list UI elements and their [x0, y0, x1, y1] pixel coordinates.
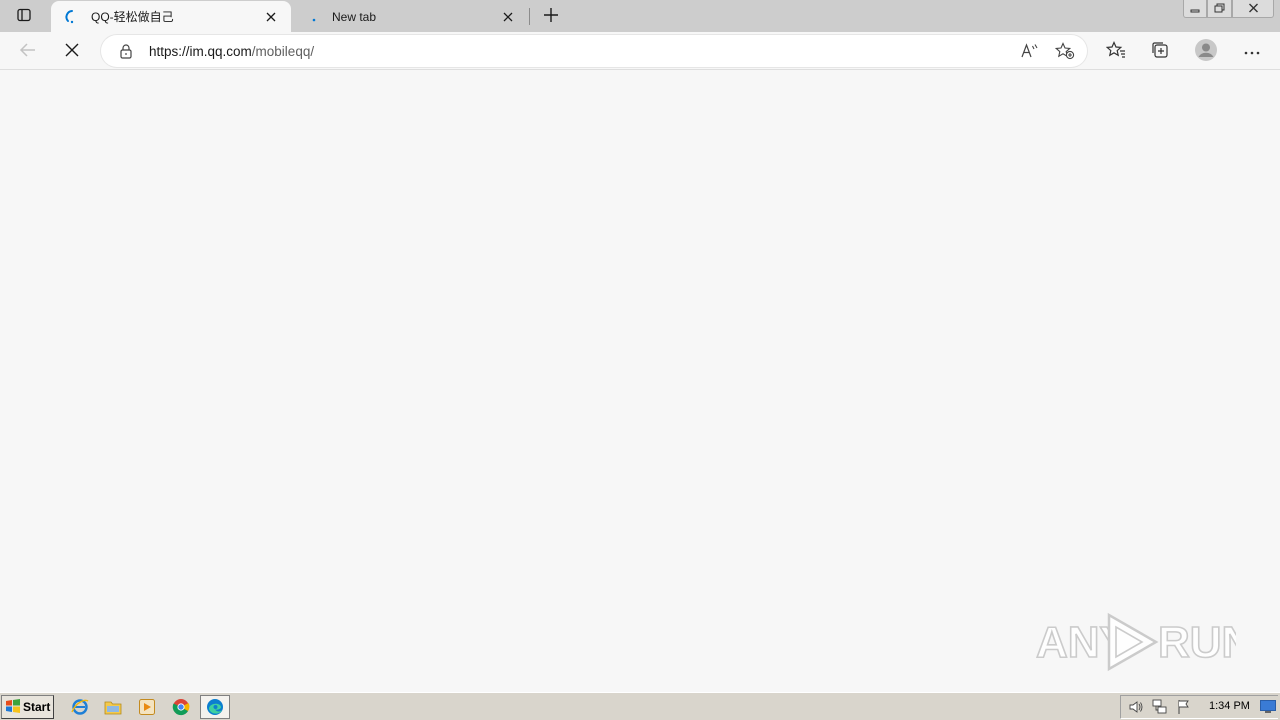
- file-explorer-icon[interactable]: [101, 696, 125, 718]
- collections-button[interactable]: [1145, 36, 1175, 66]
- page-content: ANY RUN: [0, 71, 1280, 692]
- loading-spinner-icon: [63, 9, 79, 25]
- tab-title: QQ-轻松做自己: [91, 10, 174, 24]
- browser-toolbar: https://im.qq.com/mobileqq/: [0, 32, 1280, 70]
- more-dots-icon: [1244, 44, 1260, 58]
- profile-button[interactable]: [1191, 36, 1221, 66]
- close-icon: [1248, 2, 1259, 16]
- avatar-icon: [1195, 38, 1217, 64]
- volume-icon[interactable]: [1127, 698, 1145, 716]
- tab-qq[interactable]: QQ-轻松做自己: [51, 1, 291, 32]
- tab-close-icon[interactable]: [500, 9, 516, 25]
- add-favorite-icon[interactable]: [1054, 41, 1076, 61]
- system-tray: [1120, 695, 1278, 719]
- settings-more-button[interactable]: [1237, 36, 1267, 66]
- loading-dot-icon: [304, 9, 320, 25]
- show-desktop-icon[interactable]: [1259, 698, 1277, 714]
- action-center-flag-icon[interactable]: [1175, 698, 1193, 716]
- taskbar: Start 1:34 PM: [0, 692, 1280, 720]
- url-host: https://im.qq.com: [149, 44, 252, 59]
- favorites-star-icon: [1105, 40, 1126, 62]
- tab-strip: QQ-轻松做自己 New tab: [0, 0, 1280, 32]
- windows-logo-icon: [5, 698, 21, 717]
- lock-icon[interactable]: [118, 43, 134, 59]
- stop-loading-button[interactable]: [57, 36, 87, 66]
- url-path: /mobileqq/: [251, 44, 315, 59]
- collections-icon: [1151, 41, 1169, 62]
- start-button[interactable]: Start: [1, 695, 54, 719]
- read-aloud-icon[interactable]: [1018, 41, 1040, 61]
- chrome-icon[interactable]: [169, 696, 193, 718]
- internet-explorer-icon[interactable]: [68, 696, 92, 718]
- tab-title: New tab: [332, 9, 377, 24]
- media-player-icon[interactable]: [135, 696, 159, 718]
- plus-icon: [543, 7, 559, 26]
- stop-x-icon: [65, 43, 79, 60]
- start-label: Start: [23, 700, 51, 714]
- tab-actions-button[interactable]: [10, 5, 38, 27]
- restore-button[interactable]: [1207, 0, 1232, 18]
- minimize-button[interactable]: [1183, 0, 1207, 18]
- edge-icon[interactable]: [200, 695, 230, 719]
- close-window-button[interactable]: [1232, 0, 1274, 18]
- restore-icon: [1214, 2, 1225, 16]
- back-arrow-icon: [19, 42, 37, 61]
- anyrun-watermark: ANY RUN: [1035, 609, 1254, 673]
- tab-close-icon[interactable]: [263, 9, 279, 25]
- favorites-button[interactable]: [1101, 36, 1131, 66]
- watermark-text-run: RUN: [1158, 618, 1236, 667]
- back-button[interactable]: [13, 36, 43, 66]
- minimize-icon: [1190, 2, 1200, 16]
- new-tab-button[interactable]: [539, 4, 563, 28]
- tab-separator: [529, 8, 530, 25]
- network-icon[interactable]: [1151, 698, 1169, 716]
- url-text[interactable]: https://im.qq.com/mobileqq/: [149, 44, 314, 59]
- address-bar[interactable]: https://im.qq.com/mobileqq/: [101, 35, 1087, 67]
- tab-new-tab[interactable]: New tab: [292, 1, 528, 32]
- tab-actions-icon: [16, 7, 32, 26]
- taskbar-clock[interactable]: 1:34 PM: [1209, 700, 1250, 712]
